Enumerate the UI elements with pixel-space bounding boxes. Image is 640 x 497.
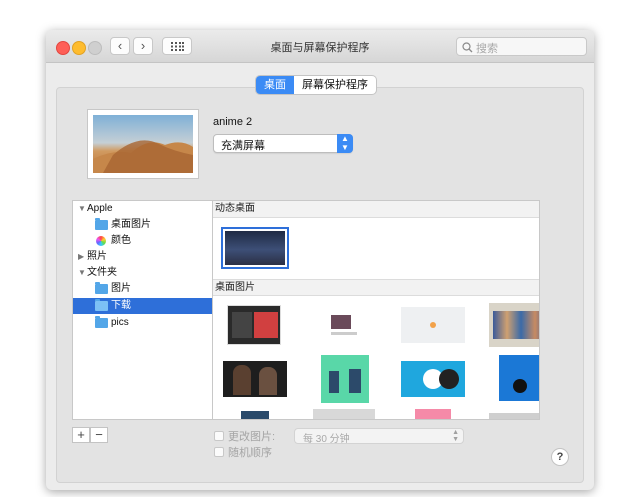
sidebar-item-apple[interactable]: ▼ Apple xyxy=(73,201,212,217)
image-name: anime 2 xyxy=(213,116,253,128)
folder-icon xyxy=(95,316,108,328)
remove-folder-button[interactable]: − xyxy=(90,427,108,443)
tab-bar: 桌面 屏幕保护程序 xyxy=(256,76,376,94)
dot-graphic xyxy=(430,322,436,328)
tab-screensaver[interactable]: 屏幕保护程序 xyxy=(294,76,376,94)
anime-graphic xyxy=(493,311,539,339)
random-order-label: 随机顺序 xyxy=(228,447,272,459)
circle-graphic xyxy=(439,369,459,389)
change-picture-label: 更改图片: xyxy=(228,431,276,443)
picture-thumb[interactable] xyxy=(321,355,369,403)
disclosure-open-icon[interactable]: ▼ xyxy=(78,201,86,217)
circle-graphic xyxy=(513,379,527,393)
dynamic-wallpaper-image xyxy=(225,231,285,265)
title-bar: ‹ › 桌面与屏幕保护程序 搜索 xyxy=(46,30,594,63)
picture-thumb[interactable] xyxy=(499,355,539,401)
picture-thumb[interactable] xyxy=(401,361,465,397)
sidebar-item-label: 图片 xyxy=(111,283,131,294)
sidebar-item-label: 文件夹 xyxy=(87,267,117,278)
sidebar-item-photos[interactable]: ▶ 照片 xyxy=(73,249,212,265)
sidebar-item-folders[interactable]: ▼ 文件夹 xyxy=(73,265,212,281)
updown-icon: ▲ ▼ xyxy=(337,134,353,153)
picture-browser: 动态桌面 桌面图片 xyxy=(213,200,540,420)
search-field[interactable]: 搜索 xyxy=(456,37,587,56)
tab-desktop[interactable]: 桌面 xyxy=(256,76,294,94)
folder-icon xyxy=(95,299,108,311)
sidebar-item-label: Apple xyxy=(87,203,113,214)
disclosure-closed-icon[interactable]: ▶ xyxy=(78,249,84,265)
person-graphic xyxy=(233,365,251,395)
photo-graphic xyxy=(331,315,351,329)
sidebar-item-label: 桌面图片 xyxy=(111,219,151,230)
help-button[interactable]: ? xyxy=(551,448,569,466)
updown-icon: ▲ ▼ xyxy=(452,429,459,443)
fill-mode-select[interactable]: 充满屏幕 ▲ ▼ xyxy=(213,134,353,153)
picture-thumb[interactable] xyxy=(241,411,269,419)
picture-thumb[interactable] xyxy=(415,409,451,419)
picture-thumb[interactable] xyxy=(329,305,359,339)
fill-mode-value: 充满屏幕 xyxy=(221,140,265,152)
preferences-window: ‹ › 桌面与屏幕保护程序 搜索 桌面 屏幕保护程序 anime 2 充满屏幕 … xyxy=(46,30,594,490)
picture-thumb[interactable] xyxy=(223,361,287,397)
sidebar-item-desktop-pictures[interactable]: 桌面图片 xyxy=(73,217,212,233)
folder-icon xyxy=(95,282,108,294)
text-line-graphic xyxy=(331,332,357,335)
wallpaper-image xyxy=(93,115,193,173)
current-wallpaper-preview xyxy=(87,109,199,179)
sidebar-item-label: pics xyxy=(111,317,129,328)
dynamic-wallpaper-thumb[interactable] xyxy=(221,227,289,269)
sidebar-item-label: 颜色 xyxy=(111,235,131,246)
interval-select[interactable]: 每 30 分钟 ▲ ▼ xyxy=(294,428,464,445)
folder-icon xyxy=(95,218,108,230)
person-graphic xyxy=(259,367,277,395)
device-graphic xyxy=(329,371,339,393)
device-graphic xyxy=(349,369,361,393)
sidebar-item-pictures[interactable]: 图片 xyxy=(73,281,212,297)
red-graphic xyxy=(254,312,278,338)
section-header-pictures: 桌面图片 xyxy=(213,279,539,296)
color-wheel-icon xyxy=(96,236,106,246)
disclosure-open-icon[interactable]: ▼ xyxy=(78,265,86,281)
sidebar-item-downloads[interactable]: 下载 xyxy=(73,298,212,314)
picture-thumb[interactable] xyxy=(313,409,375,419)
picture-thumb[interactable] xyxy=(401,307,465,343)
calculator-graphic xyxy=(232,312,252,338)
section-header-dynamic: 动态桌面 xyxy=(213,201,539,218)
sidebar-item-colors[interactable]: 颜色 xyxy=(73,233,212,249)
sidebar-item-label: 下载 xyxy=(111,300,131,311)
source-list: ▼ Apple 桌面图片 颜色 ▶ 照片 ▼ 文件夹 图片 下载 pics xyxy=(72,200,213,420)
sidebar-item-pics[interactable]: pics xyxy=(73,315,212,331)
search-icon xyxy=(462,42,473,53)
interval-value: 每 30 分钟 xyxy=(303,434,350,445)
picture-thumb[interactable] xyxy=(489,413,539,419)
sidebar-item-label: 照片 xyxy=(87,251,107,262)
picture-thumb[interactable] xyxy=(227,305,281,345)
random-order-checkbox[interactable] xyxy=(214,447,224,457)
change-picture-checkbox[interactable] xyxy=(214,431,224,441)
add-folder-button[interactable]: + xyxy=(72,427,90,443)
search-placeholder: 搜索 xyxy=(476,43,498,55)
picture-thumb[interactable] xyxy=(489,303,539,347)
